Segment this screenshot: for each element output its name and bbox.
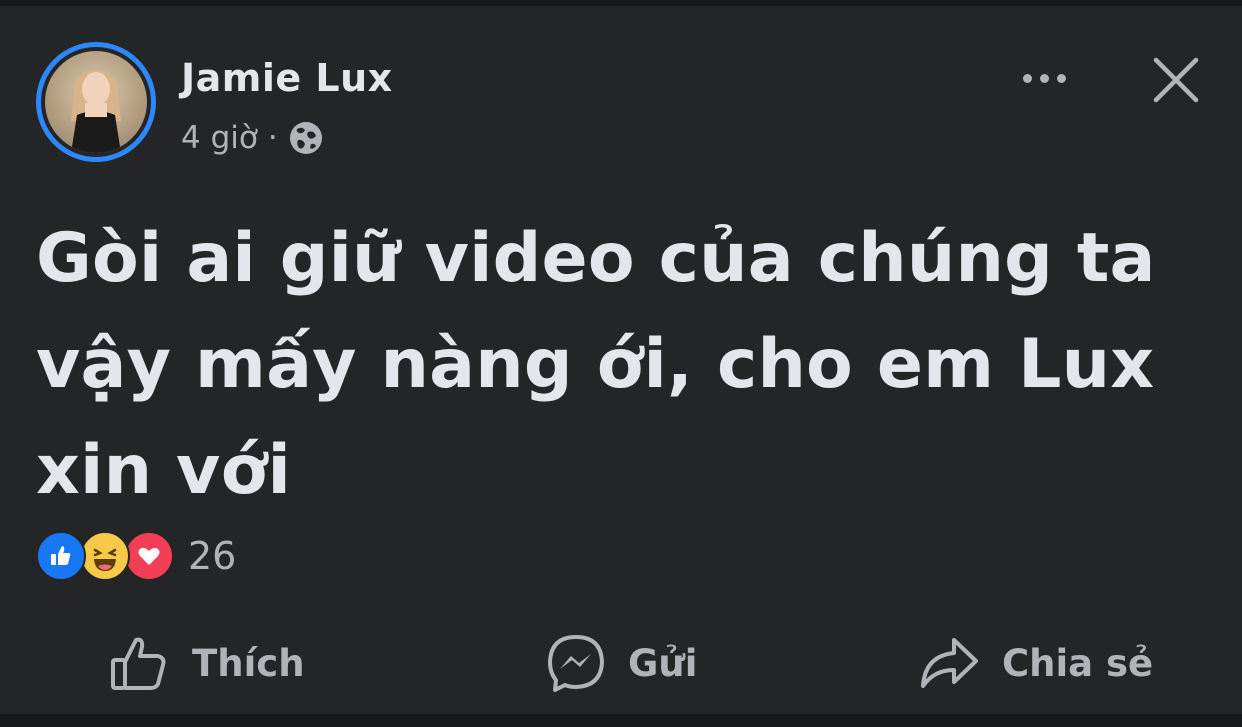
- post-text: Gòi ai giữ video của chúng ta vậy mấy nà…: [36, 219, 1156, 510]
- share-label: Chia sẻ: [1002, 641, 1154, 685]
- thumbs-up-icon: [108, 632, 170, 694]
- close-icon[interactable]: [1150, 54, 1202, 106]
- post-card: Jamie Lux 4 giờ · Gòi ai giữ video của c…: [0, 6, 1242, 714]
- author-name[interactable]: Jamie Lux: [181, 56, 393, 100]
- love-reaction-icon: [124, 531, 174, 581]
- share-button[interactable]: Chia sẻ: [918, 628, 1153, 698]
- share-arrow-icon: [918, 632, 980, 694]
- like-button[interactable]: Thích: [108, 628, 305, 698]
- meta-separator: ·: [267, 120, 278, 156]
- like-label: Thích: [192, 641, 305, 685]
- haha-reaction-icon: [80, 531, 130, 581]
- reaction-count: 26: [188, 534, 237, 578]
- send-label: Gửi: [628, 641, 698, 685]
- messenger-icon: [546, 633, 606, 693]
- post-time[interactable]: 4 giờ: [181, 120, 258, 156]
- avatar-photo: [45, 51, 147, 153]
- post-meta: 4 giờ ·: [181, 118, 324, 158]
- like-reaction-icon: [36, 531, 86, 581]
- action-bar: Thích Gửi Chia sẻ: [0, 618, 1242, 708]
- more-options-icon[interactable]: [1012, 58, 1076, 98]
- reactions-summary[interactable]: 26: [36, 530, 236, 582]
- globe-icon[interactable]: [288, 120, 324, 156]
- avatar[interactable]: [36, 42, 156, 162]
- send-button[interactable]: Gửi: [546, 628, 697, 698]
